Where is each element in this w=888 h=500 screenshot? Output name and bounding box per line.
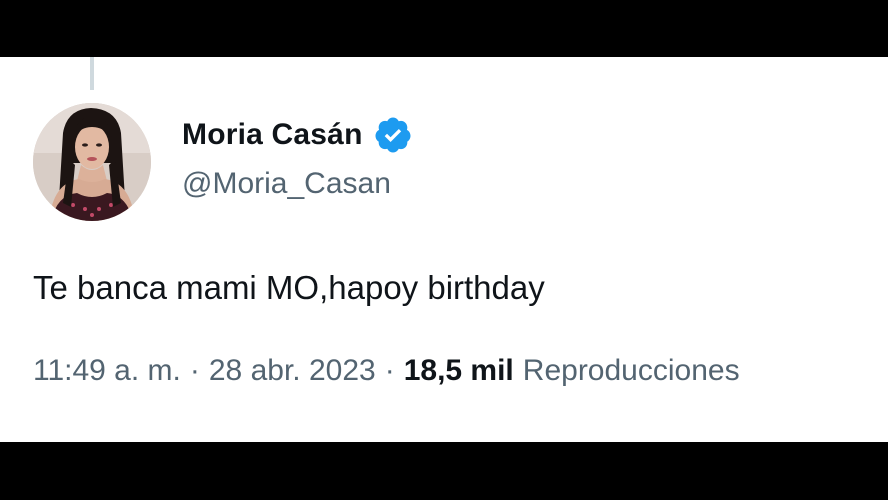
screenshot-frame: Moria Casán @Moria_Casan Te banca mami M… <box>0 0 888 500</box>
author-name-row[interactable]: Moria Casán <box>182 115 413 155</box>
avatar-photo <box>33 103 151 221</box>
tweet-time[interactable]: 11:49 a. m. <box>33 354 181 388</box>
author-handle[interactable]: @Moria_Casan <box>182 167 391 201</box>
author-display-name[interactable]: Moria Casán <box>182 118 363 152</box>
meta-separator: · <box>384 354 395 387</box>
verified-badge-icon <box>373 115 413 155</box>
tweet-date[interactable]: 28 abr. 2023 <box>209 354 376 388</box>
tweet-meta: 11:49 a. m. · 28 abr. 2023 · 18,5 mil Re… <box>33 354 740 388</box>
views-label[interactable]: Reproducciones <box>523 354 740 388</box>
meta-separator: · <box>189 354 200 387</box>
tweet-text: Te banca mami MO,hapoy birthday <box>33 269 545 306</box>
views-count[interactable]: 18,5 mil <box>404 354 514 388</box>
tweet-card[interactable]: Moria Casán @Moria_Casan Te banca mami M… <box>0 57 888 442</box>
avatar[interactable] <box>33 103 151 221</box>
thread-connector-line <box>90 57 94 90</box>
